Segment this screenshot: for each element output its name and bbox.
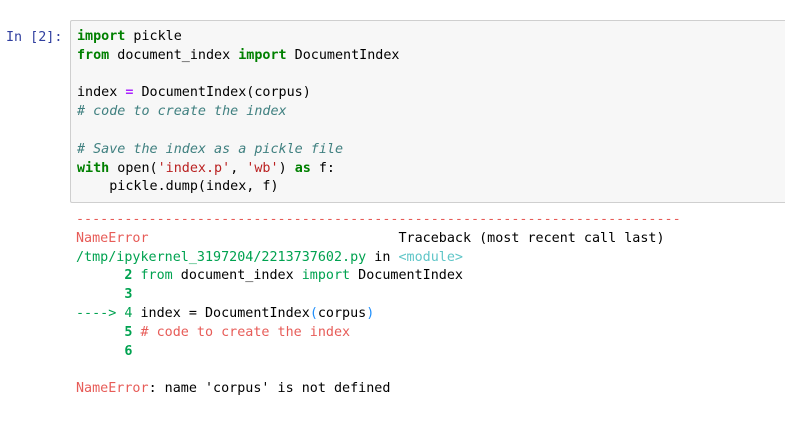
traceback-blank (76, 361, 681, 380)
keyword-as: as (294, 160, 311, 176)
code-line-9: pickle.dump(index, f) (77, 178, 400, 197)
code-text: pickle (125, 29, 182, 44)
code-text: open( (109, 160, 158, 176)
code-line-7: # Save the index as a pickle file (77, 141, 400, 160)
code-text: DocumentIndex (196, 305, 310, 321)
code-line-4: index = DocumentIndex(corpus) (77, 84, 400, 103)
keyword-with: with (77, 160, 110, 176)
keyword-import: import (77, 29, 126, 44)
line-number: 3 (76, 287, 133, 303)
line-number: 6 (76, 343, 133, 359)
code-text: DocumentIndex (350, 268, 463, 284)
cell-prompt: In [2]: (6, 30, 63, 45)
code-text: corpus (317, 305, 367, 321)
traceback-final-error: NameError: name 'corpus' is not defined (76, 380, 681, 399)
paren: ( (309, 305, 318, 321)
code-comment: # code to create the index (77, 104, 287, 120)
code-text: document_index (172, 268, 302, 284)
final-error-name: NameError (76, 381, 149, 397)
code-text: pickle.dump(index, f) (77, 179, 279, 195)
traceback-file-line: /tmp/ipykernel_3197204/2213737602.py in … (76, 249, 681, 268)
traceback-line-4: ----> 4 index = DocumentIndex(corpus) (76, 305, 681, 324)
code-text: index (77, 85, 126, 101)
traceback-header-text: Traceback (most recent call last) (398, 230, 665, 246)
code-text: index (140, 305, 189, 321)
traceback-arrow: ----> 4 (76, 305, 141, 321)
keyword-from: from (140, 268, 173, 284)
traceback-line-3: 3 (76, 286, 681, 305)
traceback-line-6: 6 (76, 343, 681, 362)
module-tag: <module> (398, 249, 463, 265)
traceback-header: NameError Traceback (most recent call la… (76, 230, 681, 249)
code-text: , (230, 160, 247, 176)
string-literal: 'index.p' (157, 160, 231, 176)
code-line-8: with open('index.p', 'wb') as f: (77, 160, 400, 179)
code-text: document_index (109, 47, 239, 63)
error-name: NameError (76, 230, 149, 246)
traceback-line-2: 2 from document_index import DocumentInd… (76, 267, 681, 286)
code-editor[interactable]: import pickle from document_index import … (77, 28, 400, 197)
code-text: f: (310, 160, 335, 176)
code-line-1: import pickle (77, 28, 400, 47)
operator-assign: = (188, 305, 197, 321)
cell-output-traceback: ----------------------------------------… (76, 211, 681, 399)
traceback-separator: ----------------------------------------… (76, 212, 681, 227)
code-text: DocumentIndex (286, 47, 400, 63)
line-number: 2 (76, 268, 141, 284)
line-number: 5 (76, 324, 141, 340)
keyword-from: from (77, 47, 110, 63)
code-text: DocumentIndex(corpus) (133, 85, 311, 101)
string-literal: 'wb' (246, 160, 279, 176)
code-text: ) (278, 160, 295, 176)
paren: ) (366, 305, 375, 321)
keyword-import: import (238, 47, 287, 63)
code-line-2: from document_index import DocumentIndex (77, 47, 400, 66)
code-text: in (366, 249, 399, 265)
traceback-file-path: /tmp/ipykernel_3197204/2213737602.py (76, 249, 367, 265)
code-comment: # code to create the index (140, 324, 351, 340)
code-line-5: # code to create the index (77, 103, 400, 122)
code-cell-input[interactable]: import pickle from document_index import … (70, 20, 785, 203)
traceback-line-5: 5 # code to create the index (76, 324, 681, 343)
code-comment: # Save the index as a pickle file (77, 141, 344, 157)
final-error-message: : name 'corpus' is not defined (148, 381, 391, 397)
keyword-import: import (301, 268, 351, 284)
